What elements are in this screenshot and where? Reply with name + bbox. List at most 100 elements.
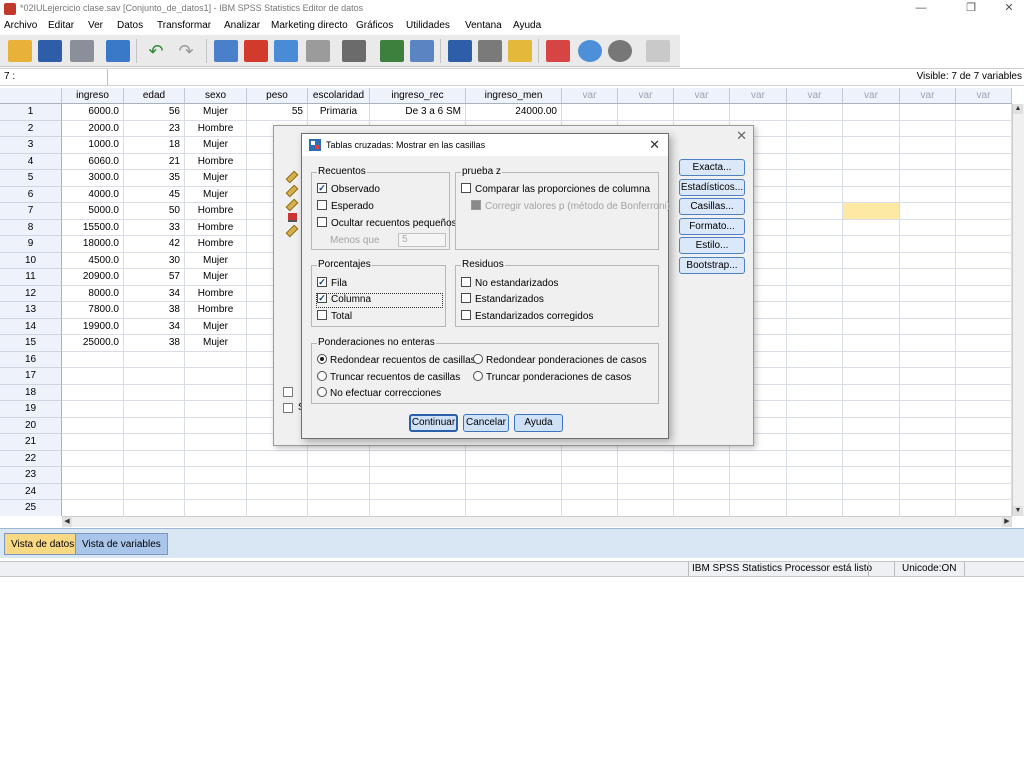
table-cell[interactable] xyxy=(124,467,185,484)
table-cell[interactable]: Hombre xyxy=(185,203,247,220)
table-cell[interactable] xyxy=(308,467,370,484)
table-cell[interactable]: De 3 a 6 SM xyxy=(370,104,466,121)
table-cell[interactable]: Hombre xyxy=(185,153,247,170)
row-header[interactable]: 17 xyxy=(0,368,62,385)
table-cell[interactable] xyxy=(730,450,787,467)
table-cell[interactable] xyxy=(900,269,956,286)
table-cell[interactable] xyxy=(900,120,956,137)
table-cell[interactable]: Mujer xyxy=(185,335,247,352)
table-cell[interactable] xyxy=(185,351,247,368)
table-cell[interactable] xyxy=(674,467,730,484)
table-cell[interactable]: 4500.0 xyxy=(62,252,124,269)
table-cell[interactable]: Hombre xyxy=(185,285,247,302)
table-cell[interactable] xyxy=(370,483,466,500)
table-cell[interactable] xyxy=(466,450,562,467)
row-header[interactable]: 6 xyxy=(0,186,62,203)
table-cell[interactable] xyxy=(956,219,1012,236)
table-cell[interactable] xyxy=(466,500,562,516)
round-case-radio[interactable] xyxy=(473,354,483,365)
expected-checkbox[interactable] xyxy=(317,200,327,211)
table-cell[interactable]: Mujer xyxy=(185,170,247,187)
table-cell[interactable] xyxy=(956,186,1012,203)
table-cell[interactable] xyxy=(124,483,185,500)
table-cell[interactable] xyxy=(787,417,843,434)
table-cell[interactable] xyxy=(843,219,900,236)
tab-data-view[interactable]: Vista de datos xyxy=(4,533,82,555)
table-cell[interactable] xyxy=(956,285,1012,302)
table-cell[interactable] xyxy=(900,186,956,203)
table-cell[interactable] xyxy=(62,384,124,401)
goto-case-icon[interactable] xyxy=(214,40,238,62)
table-cell[interactable]: 3000.0 xyxy=(62,170,124,187)
table-cell[interactable] xyxy=(956,434,1012,451)
row-header[interactable]: 24 xyxy=(0,483,62,500)
table-cell[interactable] xyxy=(900,450,956,467)
column-header-var[interactable]: var xyxy=(843,88,900,104)
menu-editar[interactable]: Editar xyxy=(48,20,74,31)
row-header[interactable]: 5 xyxy=(0,170,62,187)
hide-small-option[interactable]: Ocultar recuentos pequeños xyxy=(317,217,457,231)
table-cell[interactable] xyxy=(900,104,956,121)
close-window-button[interactable]: ✕ xyxy=(994,1,1024,16)
table-cell[interactable] xyxy=(185,483,247,500)
total-percent-checkbox[interactable] xyxy=(317,310,327,321)
row-header[interactable]: 1 xyxy=(0,104,62,121)
table-cell[interactable] xyxy=(900,500,956,516)
table-cell[interactable] xyxy=(900,401,956,418)
table-cell[interactable] xyxy=(956,500,1012,516)
table-cell[interactable] xyxy=(185,368,247,385)
table-cell[interactable]: 21 xyxy=(124,153,185,170)
table-cell[interactable]: 8000.0 xyxy=(62,285,124,302)
cells-button[interactable]: Casillas... xyxy=(679,198,745,215)
menu-ver[interactable]: Ver xyxy=(88,20,103,31)
menu-marketing[interactable]: Marketing directo xyxy=(271,20,348,31)
table-cell[interactable] xyxy=(843,450,900,467)
table-cell[interactable] xyxy=(787,368,843,385)
table-cell[interactable] xyxy=(787,483,843,500)
column-header-var[interactable]: var xyxy=(900,88,956,104)
table-cell[interactable] xyxy=(62,417,124,434)
table-cell[interactable] xyxy=(956,318,1012,335)
bonferroni-checkbox[interactable] xyxy=(471,200,481,211)
table-cell[interactable] xyxy=(308,500,370,516)
truncate-cell-radio[interactable] xyxy=(317,371,327,382)
round-cell-radio[interactable] xyxy=(317,354,327,365)
table-cell[interactable] xyxy=(674,450,730,467)
table-cell[interactable] xyxy=(843,401,900,418)
run-reports-icon[interactable] xyxy=(306,40,330,62)
select-cases-icon[interactable] xyxy=(508,40,532,62)
round-case-option[interactable]: Redondear ponderaciones de casos xyxy=(473,354,647,368)
table-cell[interactable]: Hombre xyxy=(185,219,247,236)
insert-variable-icon[interactable] xyxy=(410,40,434,62)
save-icon[interactable] xyxy=(38,40,62,62)
table-cell[interactable] xyxy=(956,170,1012,187)
table-cell[interactable]: Mujer xyxy=(185,269,247,286)
compare-proportions-option[interactable]: Comparar las proporciones de columna xyxy=(461,183,650,197)
table-cell[interactable] xyxy=(787,450,843,467)
table-cell[interactable] xyxy=(900,137,956,154)
row-header[interactable]: 23 xyxy=(0,467,62,484)
row-percent-option[interactable]: ✓ Fila xyxy=(317,277,347,291)
table-cell[interactable]: 4000.0 xyxy=(62,186,124,203)
column-header-edad[interactable]: edad xyxy=(124,88,185,104)
table-cell[interactable] xyxy=(843,120,900,137)
table-cell[interactable]: 1000.0 xyxy=(62,137,124,154)
truncate-case-radio[interactable] xyxy=(473,371,483,382)
table-cell[interactable] xyxy=(787,104,843,121)
scroll-left-icon[interactable]: ◀ xyxy=(62,517,72,527)
column-header-peso[interactable]: peso xyxy=(247,88,308,104)
column-header-sexo[interactable]: sexo xyxy=(185,88,247,104)
table-cell[interactable] xyxy=(787,384,843,401)
bootstrap-button[interactable]: Bootstrap... xyxy=(679,257,745,274)
table-cell[interactable] xyxy=(618,500,674,516)
menu-archivo[interactable]: Archivo xyxy=(4,20,37,31)
table-cell[interactable] xyxy=(900,219,956,236)
table-cell[interactable] xyxy=(843,500,900,516)
row-header[interactable]: 16 xyxy=(0,351,62,368)
help-button[interactable]: Ayuda xyxy=(514,414,563,432)
column-header-var[interactable]: var xyxy=(787,88,843,104)
menu-graficos[interactable]: Gráficos xyxy=(356,20,393,31)
table-cell[interactable] xyxy=(787,285,843,302)
table-cell[interactable] xyxy=(466,483,562,500)
row-header[interactable]: 22 xyxy=(0,450,62,467)
